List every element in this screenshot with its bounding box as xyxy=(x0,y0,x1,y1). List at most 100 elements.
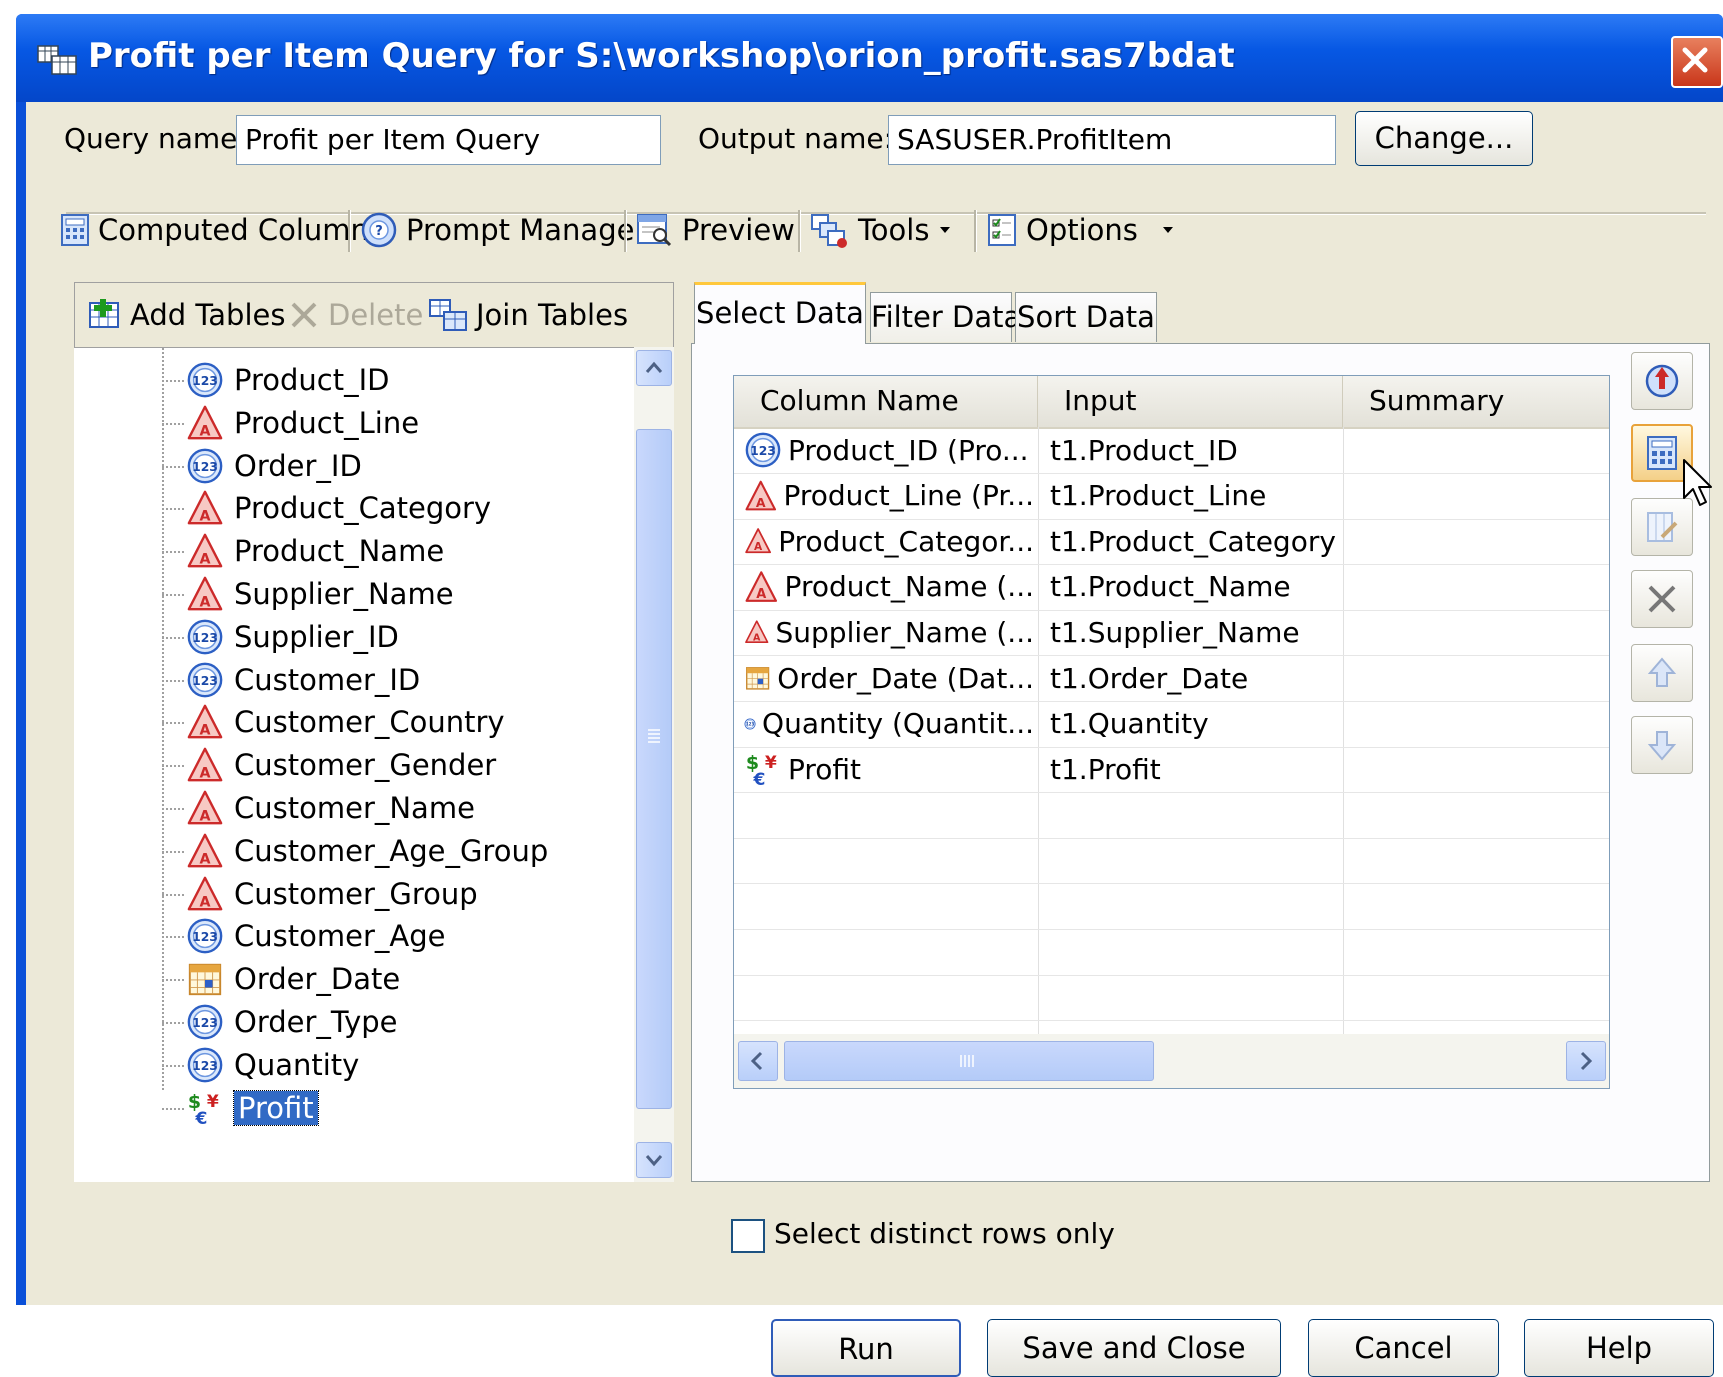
cell-summary[interactable] xyxy=(1354,564,1604,610)
tree-item[interactable]: Customer_ID xyxy=(186,660,420,700)
options-menu-button[interactable]: Options xyxy=(986,210,1176,250)
distinct-rows-checkbox[interactable] xyxy=(731,1219,765,1253)
table-row[interactable]: Product_ID (Pro... t1.Product_ID xyxy=(734,427,1609,474)
cell-summary[interactable] xyxy=(1354,473,1604,519)
tree-item-label: Supplier_ID xyxy=(234,619,399,654)
tree-item[interactable]: Product_Name xyxy=(186,531,444,571)
help-button[interactable]: Help xyxy=(1524,1319,1714,1377)
tab-filter-data[interactable]: Filter Data xyxy=(870,292,1021,342)
cell-input: t1.Supplier_Name xyxy=(1050,615,1300,649)
preview-button[interactable]: Preview xyxy=(636,210,795,250)
cell-input: t1.Product_Line xyxy=(1050,479,1267,513)
cell-column-name: Product_Line (Pr... xyxy=(744,473,1034,519)
cell-column-name: Order_Date (Dat... xyxy=(744,655,1034,701)
cancel-button[interactable]: Cancel xyxy=(1308,1319,1499,1377)
tree-item[interactable]: Customer_Name xyxy=(186,788,475,828)
scroll-up-button[interactable] xyxy=(636,350,672,386)
title-bar[interactable]: Profit per Item Query for S:\workshop\or… xyxy=(16,14,1723,102)
tree-item[interactable]: Product_ID xyxy=(186,360,390,400)
tree-item[interactable]: Customer_Age_Group xyxy=(186,831,548,871)
character-icon xyxy=(186,875,224,913)
columns-tree[interactable]: Product_ID Product_Line Order_ID Product_Ca… xyxy=(74,347,634,1182)
output-name-input[interactable]: SASUSER.ProfitItem xyxy=(888,115,1336,165)
table-row[interactable] xyxy=(734,929,1609,976)
tree-item[interactable]: Order_Date xyxy=(186,959,400,999)
tree-item[interactable]: Order_Type xyxy=(186,1002,398,1042)
toolbar-separator xyxy=(624,210,627,252)
toolbar-separator xyxy=(348,210,351,252)
tree-item[interactable]: Supplier_ID xyxy=(186,617,399,657)
grid-horizontal-scrollbar[interactable] xyxy=(734,1034,1609,1088)
tree-connector xyxy=(162,1022,184,1024)
query-name-input[interactable]: Profit per Item Query xyxy=(236,115,661,165)
table-row[interactable]: Quantity (Quantit... t1.Quantity xyxy=(734,701,1609,748)
table-row[interactable] xyxy=(734,883,1609,930)
change-button[interactable]: Change... xyxy=(1355,111,1533,166)
cell-summary[interactable] xyxy=(1354,746,1604,792)
cell-summary[interactable] xyxy=(1354,518,1604,564)
horizontal-scroll-thumb[interactable] xyxy=(784,1041,1154,1081)
validate-button[interactable] xyxy=(1631,352,1693,410)
column-header-input[interactable]: Input xyxy=(1038,376,1343,427)
scroll-thumb[interactable] xyxy=(636,429,672,1109)
prompt-manager-button[interactable]: ? Prompt Manager xyxy=(360,210,646,250)
character-icon xyxy=(744,568,779,606)
table-row[interactable]: Order_Date (Dat... t1.Order_Date xyxy=(734,655,1609,702)
tree-vertical-scrollbar[interactable] xyxy=(634,347,674,1182)
table-row[interactable] xyxy=(734,837,1609,885)
cell-summary[interactable] xyxy=(1354,609,1604,655)
numeric-icon xyxy=(186,361,224,399)
save-and-close-button[interactable]: Save and Close xyxy=(987,1319,1281,1377)
tab-select-data[interactable]: Select Data xyxy=(694,282,866,344)
tree-item[interactable]: Customer_Age xyxy=(186,916,445,956)
table-row[interactable]: Profit t1.Profit xyxy=(734,746,1609,794)
computed-columns-button[interactable]: Computed Columns xyxy=(60,210,384,250)
tab-sort-data[interactable]: Sort Data xyxy=(1015,292,1157,342)
tree-item[interactable]: Profit xyxy=(186,1088,319,1128)
table-row[interactable]: Product_Name (... t1.Product_Name xyxy=(734,564,1609,611)
table-row[interactable] xyxy=(734,974,1609,1022)
tree-item[interactable]: Customer_Gender xyxy=(186,745,496,785)
tree-item-label: Product_Category xyxy=(234,491,492,526)
tree-item[interactable]: Customer_Country xyxy=(186,702,505,742)
join-tables-button[interactable]: Join Tables xyxy=(428,295,628,335)
cell-summary[interactable] xyxy=(1354,655,1604,701)
table-row[interactable]: Product_Categor... t1.Product_Category xyxy=(734,518,1609,566)
tree-item[interactable]: Order_ID xyxy=(186,446,362,486)
delete-label: Delete xyxy=(328,298,424,332)
select-data-grid[interactable]: Column Name Input Summary Product_ID (Pr… xyxy=(733,375,1610,1089)
tools-menu-button[interactable]: Tools xyxy=(810,210,953,250)
grid-header: Column Name Input Summary xyxy=(734,376,1609,429)
delete-button[interactable]: Delete xyxy=(288,295,423,335)
tree-connector xyxy=(162,594,184,596)
table-row[interactable]: Supplier_Name (... t1.Supplier_Name xyxy=(734,609,1609,657)
mouse-pointer-icon xyxy=(1683,459,1712,506)
remove-column-button[interactable] xyxy=(1631,570,1693,628)
close-icon xyxy=(1682,47,1708,73)
tree-item[interactable]: Supplier_Name xyxy=(186,574,454,614)
column-header-summary[interactable]: Summary xyxy=(1343,376,1609,427)
chevron-down-icon xyxy=(1162,227,1173,233)
cell-summary[interactable] xyxy=(1354,427,1604,473)
tree-connector xyxy=(162,979,184,982)
scroll-down-button[interactable] xyxy=(636,1142,672,1178)
tree-item[interactable]: Product_Category xyxy=(186,488,491,528)
run-button[interactable]: Run xyxy=(771,1319,961,1377)
table-row[interactable]: Product_Line (Pr... t1.Product_Line xyxy=(734,473,1609,520)
tree-item[interactable]: Quantity xyxy=(186,1045,359,1085)
column-header-column-name[interactable]: Column Name xyxy=(734,376,1038,427)
cell-summary[interactable] xyxy=(1354,701,1604,747)
close-button[interactable] xyxy=(1671,36,1723,88)
table-row[interactable] xyxy=(734,792,1609,839)
scroll-right-button[interactable] xyxy=(1566,1041,1606,1081)
scroll-left-button[interactable] xyxy=(738,1041,778,1081)
add-tables-label: Add Tables xyxy=(130,298,286,332)
svg-text:?: ? xyxy=(375,224,383,239)
numeric-icon xyxy=(186,661,224,699)
tree-item[interactable]: Product_Line xyxy=(186,403,419,443)
move-down-button[interactable] xyxy=(1631,716,1693,774)
add-tables-button[interactable]: Add Tables xyxy=(88,295,285,335)
cell-column-name: Quantity (Quantit... xyxy=(744,701,1034,747)
tree-item[interactable]: Customer_Group xyxy=(186,874,478,914)
move-up-button[interactable] xyxy=(1631,644,1693,702)
